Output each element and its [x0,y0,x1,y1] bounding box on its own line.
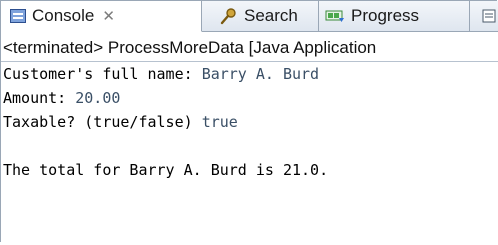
console-view: Console ✕ Search Progress <terminated> P… [0,0,498,245]
progress-icon [325,10,344,22]
close-icon[interactable]: ✕ [102,7,115,25]
tab-progress[interactable]: Progress [319,1,470,31]
user-input: true [201,113,238,131]
launch-status: <terminated> ProcessMoreData [Java Appli… [3,38,377,57]
tab-console-label: Console [32,6,95,25]
tab-console[interactable]: Console ✕ [1,1,202,32]
view-tab-bar: Console ✕ Search Progress [1,1,498,32]
tab-overflow[interactable] [479,1,498,31]
prompt-text: Customer's full name: [3,65,202,83]
prompt-text: Taxable? (true/false) [3,113,202,131]
tab-search-label: Search [244,6,298,25]
tab-search[interactable]: Search [214,1,319,31]
user-input: 20.00 [75,89,121,107]
user-input: Barry A. Burd [201,65,320,83]
prompt-text: Amount: [3,89,76,107]
search-icon [220,8,236,25]
view-menu-icon [482,9,496,23]
console-line: Customer's full name: Barry A. Burd [3,62,498,86]
console-icon [10,9,26,23]
output-text: The total for Barry A. Burd is 21.0. [3,161,329,179]
console-line: Amount: 20.00 [3,86,498,110]
console-line: The total for Barry A. Burd is 21.0. [3,158,498,182]
console-output[interactable]: Customer's full name: Barry A. Burd Amou… [1,61,498,245]
console-line: Taxable? (true/false) true [3,110,498,134]
tab-progress-label: Progress [351,6,420,25]
